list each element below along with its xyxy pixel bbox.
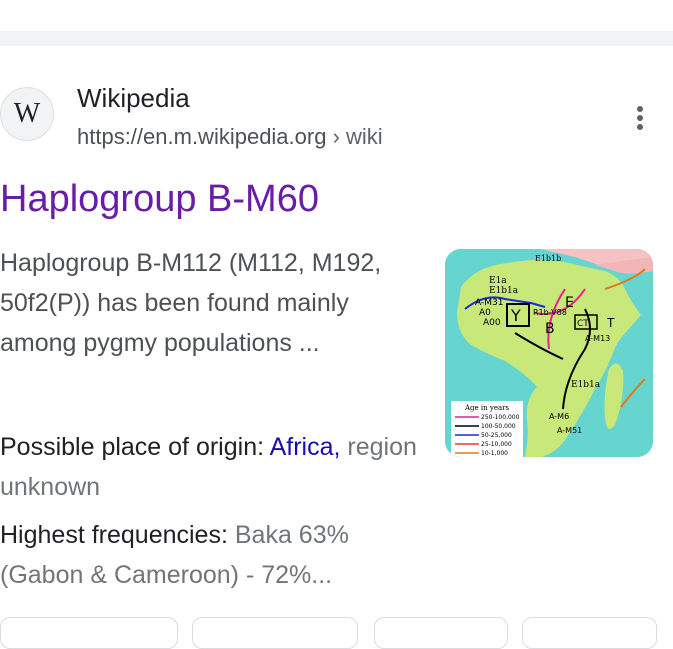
- map-label: R1b-V88: [533, 308, 567, 317]
- map-label: A-M6: [549, 412, 569, 421]
- result-thumbnail-map[interactable]: Y CT E1b1b E1a E1b1a A-M31 A0 A00 R1b-V8…: [445, 249, 653, 457]
- map-label: E1b1a: [489, 286, 519, 296]
- map-label: E1b1a: [571, 380, 601, 390]
- map-legend-item: 25-10,000: [481, 441, 512, 448]
- attribute-place-of-origin: Possible place of origin: Africa, region…: [0, 427, 420, 507]
- menu-dot: [637, 124, 643, 130]
- menu-dot: [637, 106, 643, 112]
- map-label: A-M31: [475, 298, 503, 308]
- map-legend-item: 100-50,000: [481, 423, 516, 430]
- favicon-letter: W: [13, 98, 41, 129]
- url-base: https://en.m.wikipedia.org: [77, 124, 327, 149]
- map-label: A0: [479, 308, 491, 318]
- attribute-highest-frequencies: Highest frequencies: Baka 63% (Gabon & C…: [0, 515, 420, 595]
- previous-result-card: [0, 0, 673, 32]
- related-chips-row: [0, 617, 673, 649]
- map-label: B: [545, 321, 555, 337]
- result-snippet: Haplogroup B-M112 (M112, M192, 50f2(P)) …: [0, 249, 382, 357]
- menu-dot: [637, 115, 643, 121]
- map-legend-item: 50-25,000: [481, 432, 512, 439]
- site-name[interactable]: Wikipedia: [77, 83, 190, 114]
- map-label: A00: [483, 318, 501, 328]
- search-result-card: W Wikipedia https://en.m.wikipedia.org ›…: [0, 46, 673, 649]
- attribute-key: Possible place of origin:: [0, 433, 270, 461]
- map-legend-item: 250-100,000: [481, 414, 520, 421]
- map-label: T: [606, 316, 615, 330]
- url-path: wiki: [346, 124, 383, 149]
- map-label: A-M51: [557, 426, 582, 435]
- attribute-key: Highest frequencies:: [0, 521, 235, 549]
- related-chip[interactable]: [374, 617, 508, 649]
- map-label: E1b1b: [535, 254, 561, 263]
- wikipedia-favicon-icon[interactable]: W: [0, 87, 54, 141]
- map-label: E: [565, 295, 574, 311]
- url-separator: ›: [326, 124, 347, 149]
- map-legend-title: Age in years: [464, 404, 509, 412]
- card-separator: [0, 31, 673, 46]
- related-chip[interactable]: [522, 617, 657, 649]
- map-y-box-label: Y: [510, 306, 521, 325]
- map-legend-item: 10-1,000: [481, 450, 508, 457]
- map-label: A-M13: [585, 334, 610, 343]
- site-url[interactable]: https://en.m.wikipedia.org › wiki: [77, 124, 383, 150]
- result-title-link[interactable]: Haplogroup B-M60: [0, 178, 319, 221]
- more-options-icon[interactable]: [626, 102, 654, 134]
- related-chip[interactable]: [192, 617, 358, 649]
- africa-migration-map-image: Y CT E1b1b E1a E1b1a A-M31 A0 A00 R1b-V8…: [445, 249, 653, 457]
- related-chip[interactable]: [0, 617, 178, 649]
- map-label: E1a: [489, 276, 507, 286]
- map-ct-label: CT: [577, 319, 589, 329]
- africa-link[interactable]: Africa,: [270, 433, 341, 461]
